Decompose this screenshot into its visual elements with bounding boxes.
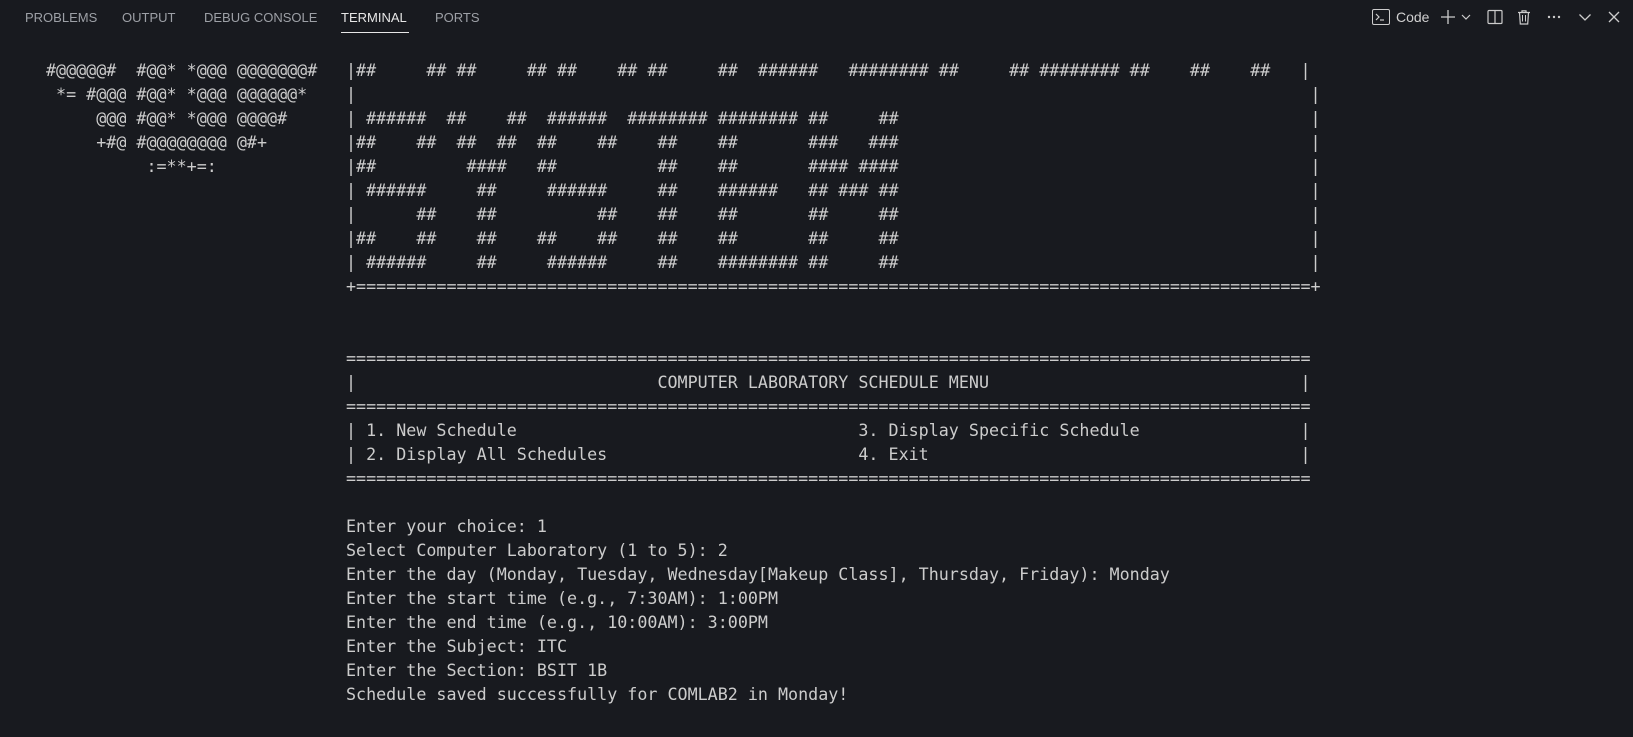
menu-title: | COMPUTER LABORATORY SCHEDULE MENU | <box>346 372 1311 392</box>
kill-terminal-button[interactable] <box>1516 7 1532 27</box>
tab-terminal[interactable]: TERMINAL <box>341 9 407 26</box>
banner-border: +=======================================… <box>346 276 1321 296</box>
banner-line: | ###### ## ## ###### ######## ######## … <box>346 108 1321 128</box>
banner-line: | ## ## ## ## ## ## ## | <box>346 204 1321 224</box>
tab-debug-console[interactable]: DEBUG CONSOLE <box>204 9 317 26</box>
terminal-selector[interactable]: Code <box>1372 7 1429 27</box>
more-icon <box>1546 9 1562 25</box>
session-line: Enter the Subject: ITC <box>346 636 568 656</box>
trash-icon <box>1516 9 1532 25</box>
maximize-panel-button[interactable] <box>1578 7 1592 27</box>
session-line: Enter the Section: BSIT 1B <box>346 660 608 680</box>
session-line: Enter the end time (e.g., 10:00AM): 3:00… <box>346 612 768 632</box>
more-actions-button[interactable] <box>1546 7 1562 27</box>
banner-line: |## #### ## ## ## #### #### | <box>346 156 1321 176</box>
terminal-dropdown-button[interactable] <box>1461 7 1471 27</box>
session-line: Enter the start time (e.g., 7:30AM): 1:0… <box>346 588 779 608</box>
banner-line: |## ## ## ## ## ## ## ## ### ### | <box>346 132 1321 152</box>
terminal-icon <box>1372 9 1390 25</box>
panel-header: PROBLEMS OUTPUT DEBUG CONSOLE TERMINAL P… <box>0 0 1633 35</box>
split-terminal-button[interactable] <box>1487 7 1503 27</box>
logo-line: #@@@@@# #@@* *@@@ @@@@@@@# <box>46 60 318 80</box>
banner-line: | | <box>346 84 1321 104</box>
chevron-down-icon <box>1461 12 1471 22</box>
collapse-icon <box>1578 10 1592 24</box>
tab-problems[interactable]: PROBLEMS <box>25 9 97 26</box>
menu-options-row: | 2. Display All Schedules 4. Exit | <box>346 444 1311 464</box>
logo-line: +#@ #@@@@@@@@ @#+ <box>46 132 268 152</box>
split-icon <box>1487 9 1503 25</box>
session-line: Select Computer Laboratory (1 to 5): 2 <box>346 540 728 560</box>
banner-line: | ###### ## ###### ## ###### ## ### ## | <box>346 180 1321 200</box>
close-icon <box>1607 10 1621 24</box>
session-line: Enter your choice: 1 <box>346 516 547 536</box>
new-terminal-button[interactable] <box>1440 7 1456 27</box>
logo-line: :=**+=: <box>46 156 217 176</box>
banner-line: | ###### ## ###### ## ######## ## ## | <box>346 252 1321 272</box>
session-line: Schedule saved successfully for COMLAB2 … <box>346 684 849 704</box>
logo-line: *= #@@@ #@@* *@@@ @@@@@@* <box>46 84 308 104</box>
close-panel-button[interactable] <box>1607 7 1621 27</box>
logo-line: @@@ #@@* *@@@ @@@@# <box>46 108 288 128</box>
banner-line: |## ## ## ## ## ## ## ## ## | <box>346 228 1321 248</box>
active-tab-indicator <box>341 32 409 33</box>
terminal-output[interactable]: #@@@@@# #@@* *@@@ @@@@@@@# *= #@@@ #@@* … <box>0 35 1633 737</box>
menu-border: ========================================… <box>346 468 1311 488</box>
tab-output[interactable]: OUTPUT <box>122 9 175 26</box>
tab-ports[interactable]: PORTS <box>435 9 480 26</box>
menu-options-row: | 1. New Schedule 3. Display Specific Sc… <box>346 420 1311 440</box>
menu-border: ========================================… <box>346 348 1311 368</box>
terminal-name: Code <box>1396 9 1430 25</box>
banner-line: |## ## ## ## ## ## ## ## ###### ########… <box>346 60 1311 80</box>
session-line: Enter the day (Monday, Tuesday, Wednesda… <box>346 564 1170 584</box>
plus-icon <box>1440 9 1456 25</box>
menu-border: ========================================… <box>346 396 1311 416</box>
